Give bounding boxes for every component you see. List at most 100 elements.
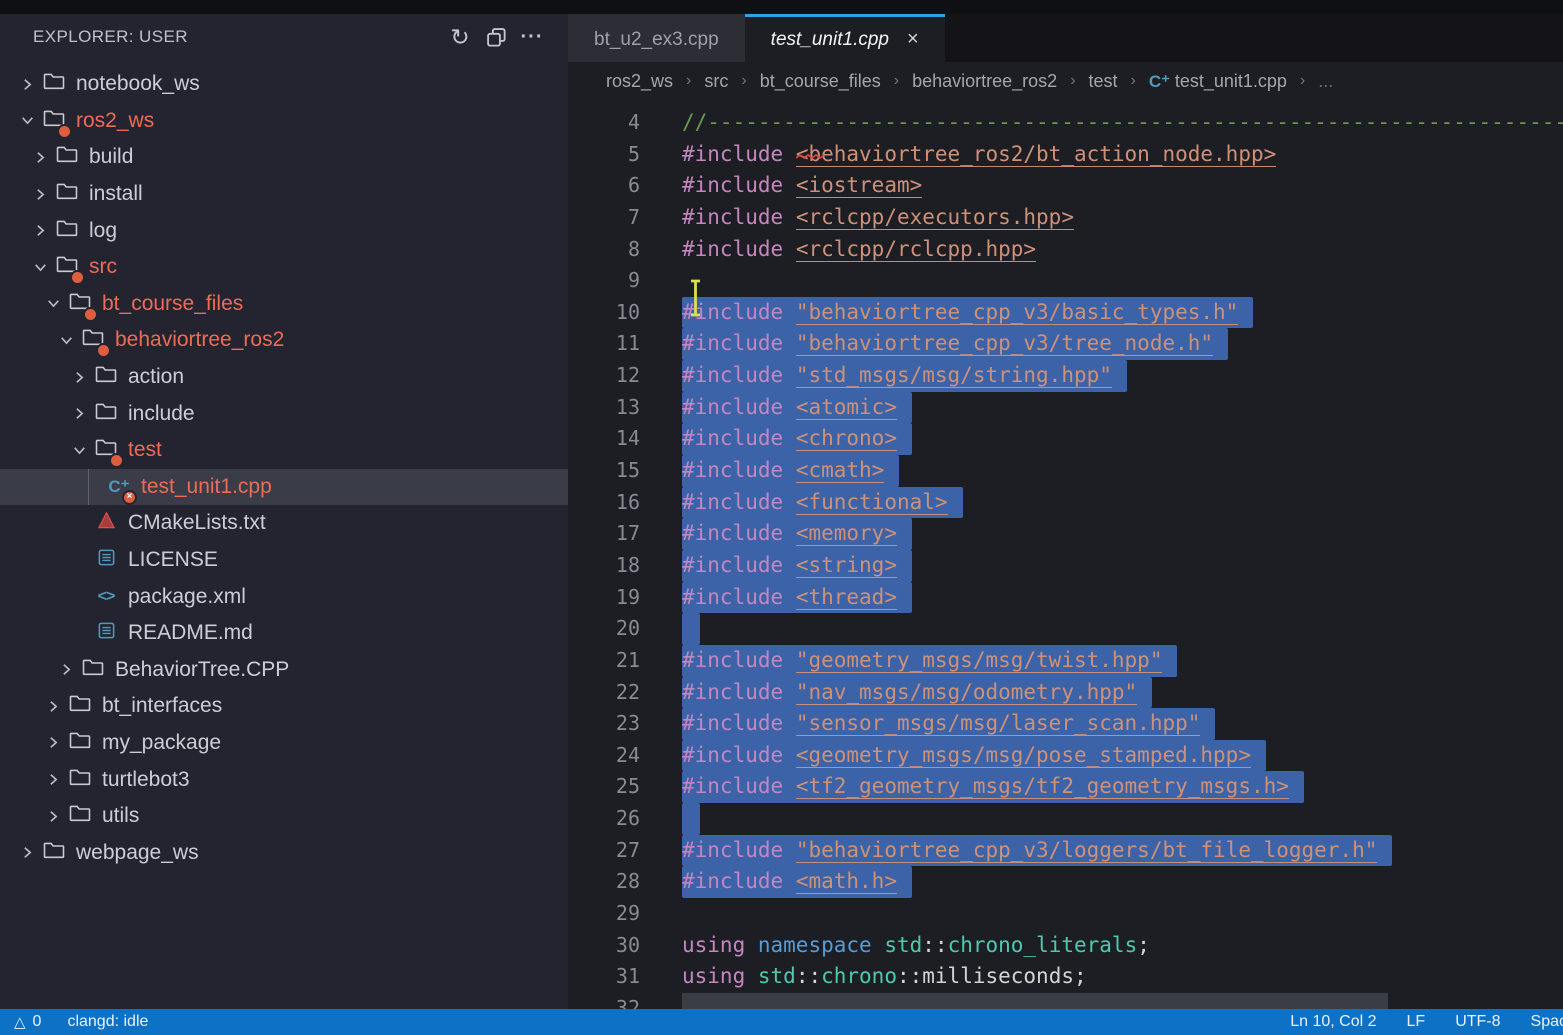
code-line-5[interactable]: 5#include <behaviortree_ros2/bt_action_n…	[568, 139, 1563, 171]
chevron-right-icon[interactable]	[27, 186, 53, 203]
chevron-down-icon[interactable]	[27, 259, 53, 276]
breadcrumb-item-ros2_ws[interactable]: ros2_ws	[606, 71, 673, 92]
code-line-29[interactable]: 29	[568, 898, 1563, 930]
problems-indicator[interactable]: △0	[14, 1013, 41, 1031]
chevron-down-icon[interactable]	[40, 295, 66, 312]
tree-item-LICENSE[interactable]: LICENSE	[0, 542, 568, 579]
chevron-right-icon[interactable]	[40, 808, 66, 825]
tab-test_unit1.cpp[interactable]: test_unit1.cpp×	[745, 14, 945, 62]
tree-item-README.md[interactable]: README.md	[0, 615, 568, 652]
code-token: chrono	[821, 964, 897, 988]
chevron-right-icon[interactable]	[40, 734, 66, 751]
tree-item-test_unit1.cpp[interactable]: C⁺×test_unit1.cpp	[0, 469, 568, 506]
code-token	[745, 964, 758, 988]
code-token: #include	[682, 680, 783, 704]
code-line-14[interactable]: 14#include <chrono>	[568, 423, 1563, 455]
indentation-indicator[interactable]: Spac	[1531, 1013, 1563, 1031]
chevron-right-icon[interactable]	[66, 405, 92, 422]
breadcrumb-item-test_unit1.cpp[interactable]: C⁺ test_unit1.cpp	[1149, 71, 1287, 92]
code-line-26[interactable]: 26	[568, 803, 1563, 835]
tree-item-src[interactable]: src	[0, 249, 568, 286]
close-icon[interactable]: ×	[907, 28, 919, 51]
more-actions-button[interactable]: ···	[514, 20, 550, 54]
cursor-position[interactable]: Ln 10, Col 2	[1290, 1013, 1376, 1031]
tree-item-my_package[interactable]: my_package	[0, 725, 568, 762]
encoding-indicator[interactable]: UTF-8	[1455, 1013, 1500, 1031]
code-line-24[interactable]: 24#include <geometry_msgs/msg/pose_stamp…	[568, 740, 1563, 772]
code-token	[783, 331, 796, 355]
code-line-32[interactable]: 32using std::placeholders::_1;	[568, 993, 1563, 1009]
code-line-28[interactable]: 28#include <math.h>	[568, 866, 1563, 898]
code-line-9[interactable]: 9	[568, 265, 1563, 297]
code-line-18[interactable]: 18#include <string>	[568, 550, 1563, 582]
clangd-status[interactable]: clangd: idle	[67, 1013, 148, 1031]
code-line-7[interactable]: 7#include <rclcpp/executors.hpp>	[568, 202, 1563, 234]
chevron-down-icon[interactable]	[53, 332, 79, 349]
chevron-down-icon[interactable]	[14, 112, 40, 129]
tree-item-BehaviorTree.CPP[interactable]: BehaviorTree.CPP	[0, 652, 568, 689]
code-token: <geometry_msgs/msg/pose_stamped.hpp>	[796, 743, 1251, 768]
tree-item-webpage_ws[interactable]: webpage_ws	[0, 834, 568, 871]
code-line-4[interactable]: 4//-------------------------------------…	[568, 107, 1563, 139]
tree-item-test[interactable]: test	[0, 432, 568, 469]
tree-item-turtlebot3[interactable]: turtlebot3	[0, 761, 568, 798]
code-line-20[interactable]: 20	[568, 613, 1563, 645]
tree-item-log[interactable]: log	[0, 212, 568, 249]
chevron-right-icon[interactable]	[27, 222, 53, 239]
code-line-23[interactable]: 23#include "sensor_msgs/msg/laser_scan.h…	[568, 708, 1563, 740]
error-squiggle	[796, 138, 824, 170]
breadcrumb-item-bt_course_files[interactable]: bt_course_files	[760, 71, 881, 92]
line-content: #include "behaviortree_cpp_v3/tree_node.…	[682, 328, 1228, 360]
chevron-right-icon[interactable]	[14, 844, 40, 861]
code-line-12[interactable]: 12#include "std_msgs/msg/string.hpp"	[568, 360, 1563, 392]
tree-item-package.xml[interactable]: <>package.xml	[0, 578, 568, 615]
tree-item-include[interactable]: include	[0, 395, 568, 432]
code-line-6[interactable]: 6#include <iostream>	[568, 170, 1563, 202]
breadcrumb-item-src[interactable]: src	[704, 71, 728, 92]
tree-item-utils[interactable]: utils	[0, 798, 568, 835]
chevron-right-icon[interactable]	[53, 661, 79, 678]
code-line-21[interactable]: 21#include "geometry_msgs/msg/twist.hpp"	[568, 645, 1563, 677]
code-line-27[interactable]: 27#include "behaviortree_cpp_v3/loggers/…	[568, 835, 1563, 867]
code-line-8[interactable]: 8#include <rclcpp/rclcpp.hpp>	[568, 234, 1563, 266]
tree-item-CMakeLists.txt[interactable]: CMakeLists.txt	[0, 505, 568, 542]
breadcrumb-item-test[interactable]: test	[1089, 71, 1118, 92]
code-line-22[interactable]: 22#include "nav_msgs/msg/odometry.hpp"	[568, 677, 1563, 709]
code-editor[interactable]: 4//-------------------------------------…	[568, 100, 1563, 1009]
tab-bt_u2_ex3.cpp[interactable]: bt_u2_ex3.cpp	[568, 14, 745, 62]
tree-item-install[interactable]: install	[0, 176, 568, 213]
tree-item-notebook_ws[interactable]: notebook_ws	[0, 66, 568, 103]
code-line-25[interactable]: 25#include <tf2_geometry_msgs/tf2_geomet…	[568, 771, 1563, 803]
tree-item-behaviortree_ros2[interactable]: behaviortree_ros2	[0, 322, 568, 359]
code-line-17[interactable]: 17#include <memory>	[568, 518, 1563, 550]
breadcrumb-label: ros2_ws	[606, 71, 673, 91]
tree-item-ros2_ws[interactable]: ros2_ws	[0, 103, 568, 140]
tree-item-build[interactable]: build	[0, 139, 568, 176]
chevron-right-icon: ›	[741, 72, 746, 90]
chevron-right-icon[interactable]	[66, 369, 92, 386]
code-line-16[interactable]: 16#include <functional>	[568, 487, 1563, 519]
status-label: clangd: idle	[67, 1013, 148, 1031]
code-line-10[interactable]: 10#include "behaviortree_cpp_v3/basic_ty…	[568, 297, 1563, 329]
chevron-right-icon[interactable]	[40, 771, 66, 788]
code-line-15[interactable]: 15#include <cmath>	[568, 455, 1563, 487]
tree-item-bt_course_files[interactable]: bt_course_files	[0, 286, 568, 323]
chevron-down-icon[interactable]	[66, 442, 92, 459]
code-line-13[interactable]: 13#include <atomic>	[568, 392, 1563, 424]
breadcrumb-item-behaviortree_ros2[interactable]: behaviortree_ros2	[912, 71, 1057, 92]
code-line-30[interactable]: 30using namespace std::chrono_literals;	[568, 930, 1563, 962]
chevron-right-icon[interactable]	[14, 76, 40, 93]
tree-item-action[interactable]: action	[0, 359, 568, 396]
chevron-right-icon[interactable]	[27, 149, 53, 166]
code-line-31[interactable]: 31using std::chrono::milliseconds;	[568, 961, 1563, 993]
refresh-explorer-button[interactable]: ↻	[442, 20, 478, 54]
breadcrumb-item-...[interactable]: ...	[1318, 71, 1333, 92]
code-token: #include	[682, 869, 783, 893]
eol-indicator[interactable]: LF	[1407, 1013, 1426, 1031]
code-line-19[interactable]: 19#include <thread>	[568, 582, 1563, 614]
collapse-folders-button[interactable]	[478, 20, 514, 54]
code-line-11[interactable]: 11#include "behaviortree_cpp_v3/tree_nod…	[568, 328, 1563, 360]
tree-item-bt_interfaces[interactable]: bt_interfaces	[0, 688, 568, 725]
chevron-right-icon[interactable]	[40, 698, 66, 715]
code-token: <functional>	[796, 490, 948, 515]
